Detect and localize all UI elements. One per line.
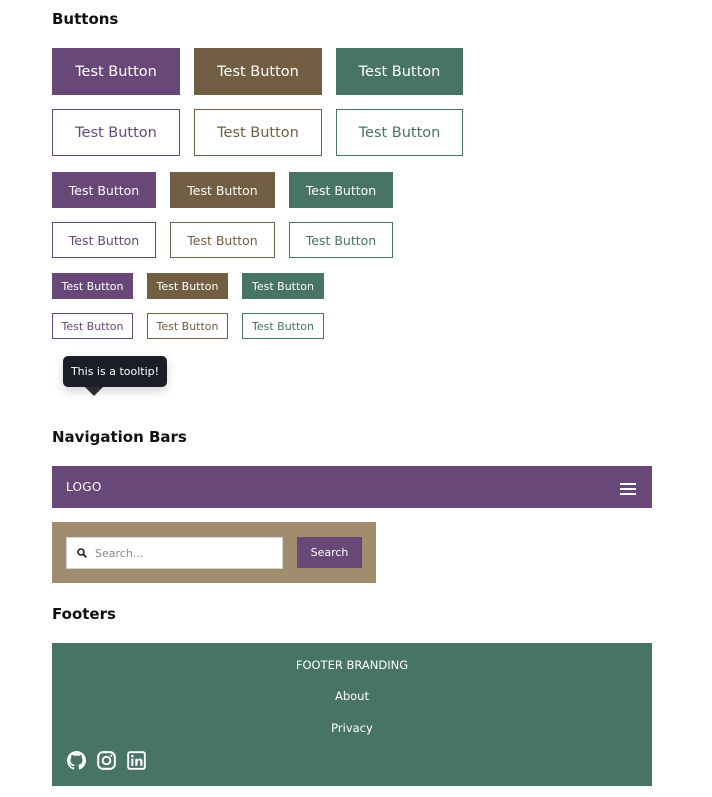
nav-section-title: Navigation Bars <box>52 428 187 446</box>
linkedin-icon[interactable] <box>127 751 146 770</box>
large-solid-purple-button[interactable]: Test Button <box>52 48 180 95</box>
large-outline-brown-button[interactable]: Test Button <box>194 109 322 156</box>
medium-solid-purple-button[interactable]: Test Button <box>52 172 156 208</box>
buttons-section-title: Buttons <box>52 10 119 28</box>
medium-outline-brown-button[interactable]: Test Button <box>170 222 275 258</box>
search-icon <box>77 548 87 558</box>
github-icon[interactable] <box>67 751 86 770</box>
footer-link-about[interactable]: About <box>52 689 652 703</box>
search-button[interactable]: Search <box>297 537 362 568</box>
search-field[interactable] <box>66 537 283 569</box>
nav-logo[interactable]: LOGO <box>66 480 102 494</box>
small-solid-brown-button[interactable]: Test Button <box>147 273 228 299</box>
small-solid-purple-button[interactable]: Test Button <box>52 273 133 299</box>
tooltip-arrow <box>85 387 103 396</box>
search-input[interactable] <box>95 546 265 560</box>
navbar: LOGO <box>52 466 652 508</box>
footer-social-icons <box>67 751 146 770</box>
large-solid-green-button[interactable]: Test Button <box>336 48 463 95</box>
search-bar: Search <box>52 522 376 583</box>
footer-section-title: Footers <box>52 605 116 623</box>
medium-outline-green-button[interactable]: Test Button <box>289 222 393 258</box>
hamburger-menu-icon[interactable] <box>620 483 636 495</box>
small-outline-green-button[interactable]: Test Button <box>242 313 324 339</box>
small-solid-green-button[interactable]: Test Button <box>242 273 324 299</box>
large-outline-green-button[interactable]: Test Button <box>336 109 463 156</box>
small-outline-purple-button[interactable]: Test Button <box>52 313 133 339</box>
footer-link-privacy[interactable]: Privacy <box>52 721 652 735</box>
medium-solid-brown-button[interactable]: Test Button <box>170 172 275 208</box>
medium-solid-green-button[interactable]: Test Button <box>289 172 393 208</box>
footer: FOOTER BRANDING About Privacy <box>52 643 652 786</box>
large-solid-brown-button[interactable]: Test Button <box>194 48 322 95</box>
large-outline-purple-button[interactable]: Test Button <box>52 109 180 156</box>
instagram-icon[interactable] <box>97 751 116 770</box>
medium-outline-purple-button[interactable]: Test Button <box>52 222 156 258</box>
small-outline-brown-button[interactable]: Test Button <box>147 313 228 339</box>
tooltip: This is a tooltip! <box>63 356 167 387</box>
footer-branding: FOOTER BRANDING <box>295 658 409 672</box>
